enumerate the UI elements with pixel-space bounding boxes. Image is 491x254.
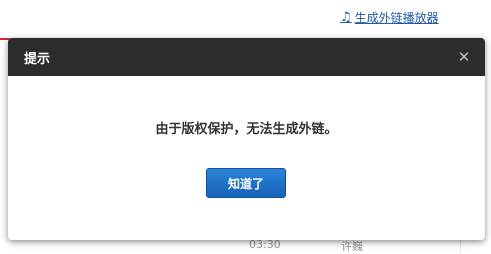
generate-player-link[interactable]: ♫ 生成外链播放器 bbox=[340, 9, 439, 26]
ok-button[interactable]: 知道了 bbox=[206, 168, 286, 198]
dialog-body: 由于版权保护，无法生成外链。 知道了 bbox=[8, 76, 485, 240]
dialog-header: 提示 ✕ bbox=[8, 38, 485, 76]
generate-player-link-label: 生成外链播放器 bbox=[354, 11, 439, 25]
close-icon[interactable]: ✕ bbox=[455, 48, 473, 66]
track-artist: 许巍 bbox=[341, 240, 363, 253]
dialog-title: 提示 bbox=[24, 51, 51, 67]
alert-dialog: 提示 ✕ 由于版权保护，无法生成外链。 知道了 bbox=[8, 38, 485, 240]
dialog-message: 由于版权保护，无法生成外链。 bbox=[155, 122, 338, 137]
music-note-icon: ♫ bbox=[340, 10, 352, 25]
